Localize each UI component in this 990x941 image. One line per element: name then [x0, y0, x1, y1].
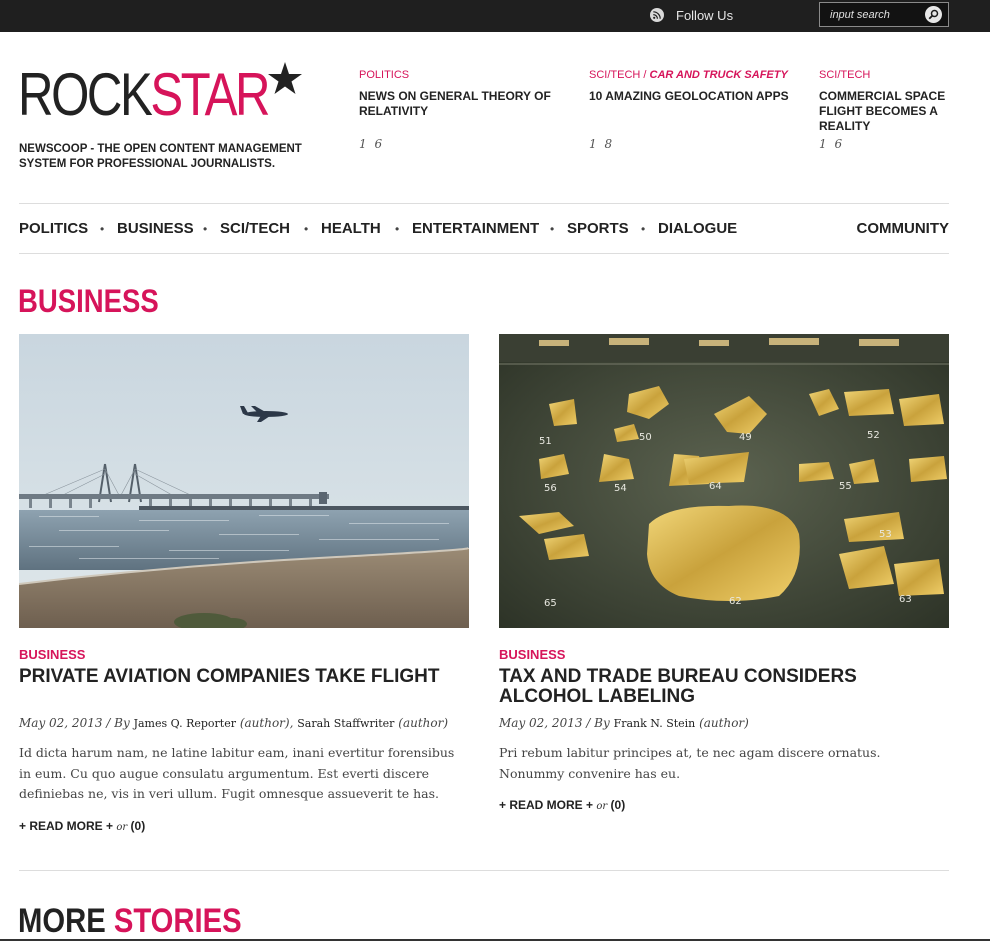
svg-text:56: 56: [544, 483, 557, 494]
header-teaser: POLITICS NEWS ON GENERAL THEORY OF RELAT…: [359, 68, 559, 119]
svg-text:64: 64: [709, 481, 722, 492]
teaser-meta: 1 6: [819, 137, 845, 151]
teaser-category[interactable]: SCI/TECH / CAR AND TRUCK SAFETY: [589, 68, 789, 82]
star-icon: [268, 62, 302, 94]
author-link[interactable]: Sarah Staffwriter: [297, 717, 394, 730]
nav-item-health[interactable]: HEALTH: [321, 220, 381, 237]
article-image-gold-leaf[interactable]: 51 50 49 52 56 54 64 55 53 65 62 63: [499, 334, 949, 628]
nav-item-scitech[interactable]: SCI/TECH: [220, 220, 290, 237]
svg-text:51: 51: [539, 436, 552, 447]
or-text: or: [116, 821, 128, 833]
author-role: (author): [699, 716, 749, 730]
section-title: BUSINESS: [18, 283, 159, 319]
nav-item-dialogue[interactable]: DIALOGUE: [658, 220, 737, 237]
comments-link[interactable]: (0): [611, 798, 626, 812]
site-logo[interactable]: ROCKSTAR: [18, 62, 323, 130]
nav-item-community[interactable]: COMMUNITY: [857, 220, 950, 237]
nav-item-business[interactable]: BUSINESS: [117, 220, 194, 237]
follow-us-label: Follow Us: [676, 7, 734, 23]
nav-separator: •: [100, 222, 105, 236]
svg-text:50: 50: [639, 432, 652, 443]
teaser-meta: 1 6: [359, 137, 385, 151]
follow-us-link[interactable]: Follow Us: [650, 6, 733, 24]
svg-text:63: 63: [899, 594, 912, 605]
article-category[interactable]: BUSINESS: [499, 647, 949, 662]
article-category[interactable]: BUSINESS: [19, 647, 469, 662]
search-button[interactable]: [925, 6, 942, 23]
article-meta: May 02, 2013 / By James Q. Reporter (aut…: [19, 716, 449, 730]
search-box: [819, 2, 949, 27]
read-more-link[interactable]: + READ MORE +: [499, 798, 593, 812]
article-links: + READ MORE + or (0): [19, 819, 469, 833]
author-role: (author): [239, 716, 290, 730]
comments-link[interactable]: (0): [131, 819, 146, 833]
article-links: + READ MORE + or (0): [499, 798, 949, 812]
main-navigation: POLITICS • BUSINESS • SCI/TECH • HEALTH …: [19, 203, 949, 254]
nav-separator: •: [550, 222, 555, 236]
article-title[interactable]: PRIVATE AVIATION COMPANIES TAKE FLIGHT: [19, 667, 469, 687]
article-image-airplane-bridge[interactable]: [19, 334, 469, 628]
nav-item-sports[interactable]: SPORTS: [567, 220, 629, 237]
article-date: May 02, 2013 / By: [499, 716, 610, 730]
article-card: BUSINESS PRIVATE AVIATION COMPANIES TAKE…: [19, 334, 469, 833]
search-input[interactable]: [820, 3, 920, 26]
nav-item-entertainment[interactable]: ENTERTAINMENT: [412, 220, 539, 237]
article-date: May 02, 2013 / By: [19, 716, 130, 730]
svg-text:62: 62: [729, 596, 742, 607]
svg-text:49: 49: [739, 432, 752, 443]
header-teaser: SCI/TECH COMMERCIAL SPACE FLIGHT BECOMES…: [819, 68, 954, 134]
or-text: or: [596, 801, 608, 812]
svg-text:52: 52: [867, 430, 880, 441]
article-meta: May 02, 2013 / By Frank N. Stein (author…: [499, 716, 949, 730]
author-link[interactable]: James Q. Reporter: [134, 717, 236, 730]
teaser-title[interactable]: 10 AMAZING GEOLOCATION APPS: [589, 89, 789, 104]
top-bar: Follow Us: [0, 0, 990, 32]
search-icon: [928, 9, 939, 20]
svg-text:54: 54: [614, 483, 627, 494]
nav-separator: •: [641, 222, 646, 236]
article-title[interactable]: TAX AND TRADE BUREAU CONSIDERS ALCOHOL L…: [499, 667, 949, 707]
logo-text-rock: ROCK: [18, 61, 153, 128]
nav-separator: •: [395, 222, 400, 236]
teaser-subcategory[interactable]: CAR AND TRUCK SAFETY: [650, 69, 788, 81]
read-more-link[interactable]: + READ MORE +: [19, 819, 113, 833]
section-divider: [19, 870, 949, 871]
article-excerpt: Id dicta harum nam, ne latine labitur ea…: [19, 745, 455, 801]
teaser-title[interactable]: COMMERCIAL SPACE FLIGHT BECOMES A REALIT…: [819, 89, 954, 134]
teaser-category[interactable]: POLITICS: [359, 68, 559, 82]
more-stories-heading: MORE STORIES: [18, 902, 242, 940]
nav-item-politics[interactable]: POLITICS: [19, 220, 88, 237]
teaser-title[interactable]: NEWS ON GENERAL THEORY OF RELATIVITY: [359, 89, 559, 119]
author-role: (author): [398, 716, 449, 730]
nav-separator: •: [203, 222, 208, 236]
logo-text-star: STAR: [150, 61, 270, 128]
teaser-meta: 1 8: [589, 137, 615, 151]
svg-text:65: 65: [544, 598, 557, 609]
article-excerpt: Pri rebum labitur principes at, te nec a…: [499, 745, 881, 781]
author-link[interactable]: Frank N. Stein: [614, 717, 696, 730]
svg-text:55: 55: [839, 481, 852, 492]
site-tagline: NEWSCOOP - THE OPEN CONTENT MANAGEMENT S…: [19, 143, 302, 170]
nav-separator: •: [304, 222, 309, 236]
article-card: 51 50 49 52 56 54 64 55 53 65 62 63 BUSINESS TAX…: [499, 334, 949, 812]
header-teaser: SCI/TECH / CAR AND TRUCK SAFETY 10 AMAZI…: [589, 68, 789, 104]
rss-icon: [650, 8, 664, 22]
teaser-category[interactable]: SCI/TECH: [819, 68, 954, 82]
svg-text:53: 53: [879, 529, 892, 540]
